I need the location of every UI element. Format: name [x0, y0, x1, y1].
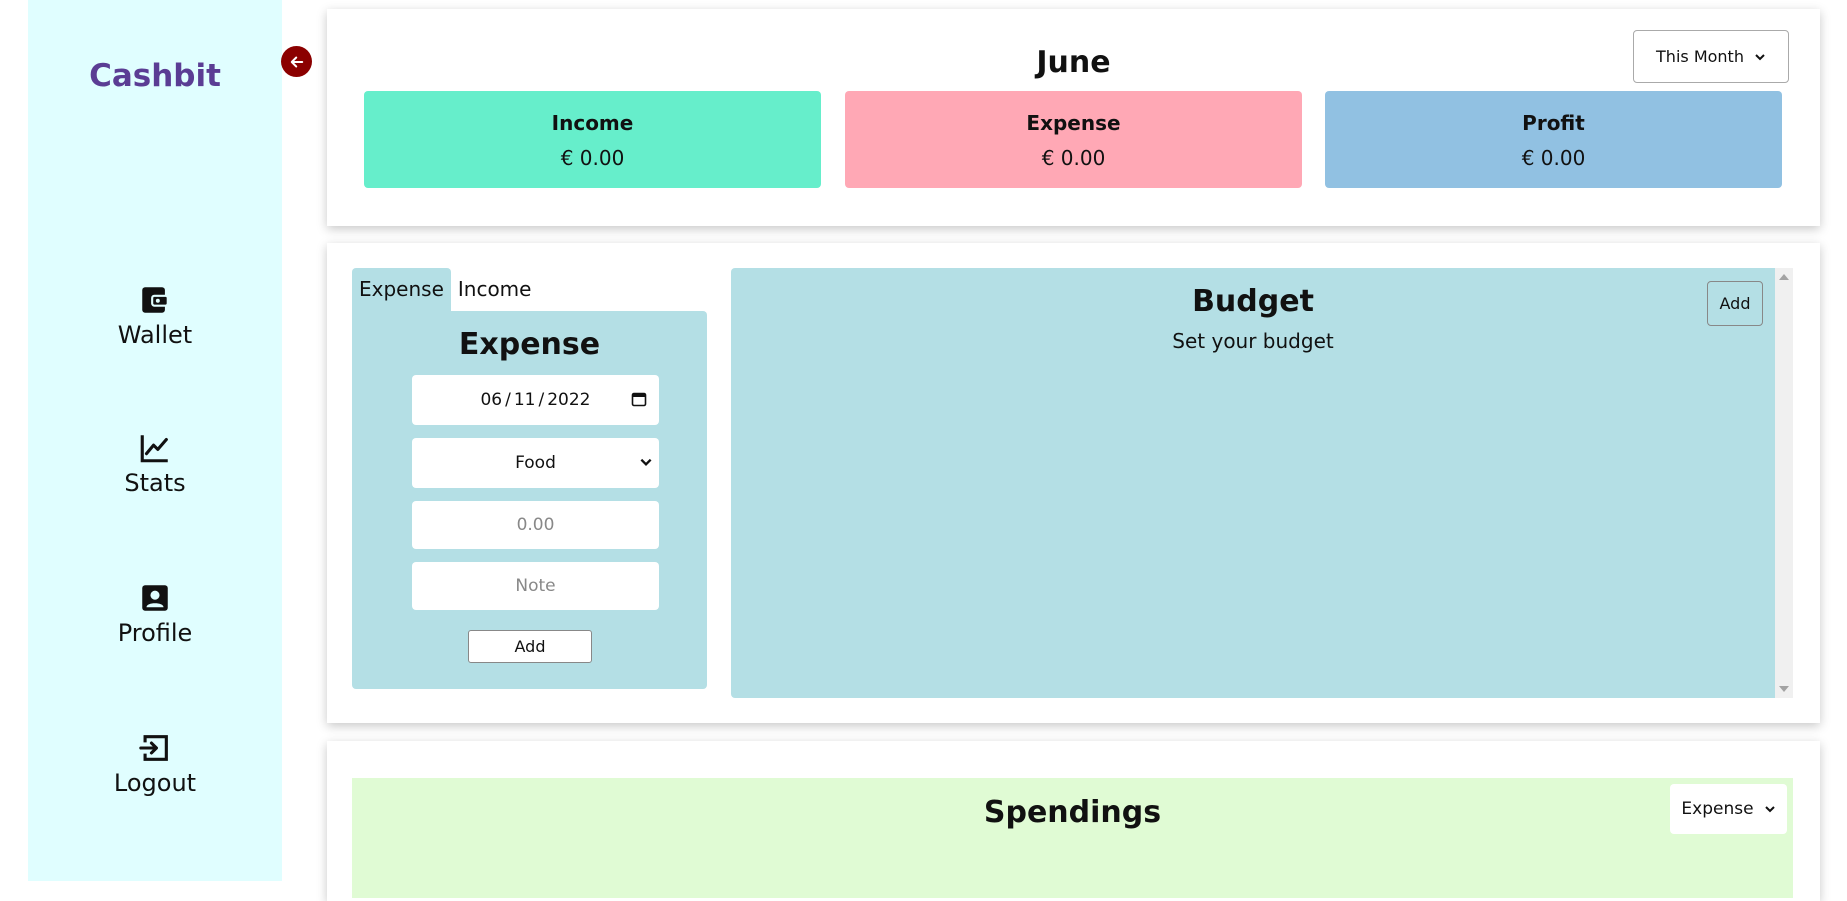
spendings-card: Spendings Expense — [327, 741, 1820, 901]
nav-label-stats: Stats — [124, 469, 186, 497]
period-select[interactable]: This Month — [1633, 30, 1789, 83]
nav-label-profile: Profile — [117, 619, 193, 647]
nav-item-logout[interactable]: Logout — [28, 731, 282, 797]
logout-icon — [139, 735, 168, 761]
category-select[interactable]: Food — [412, 438, 659, 488]
spendings-type-value: Expense — [1681, 799, 1754, 819]
income-value: € 0.00 — [560, 146, 625, 170]
nav-label-wallet: Wallet — [117, 321, 193, 349]
nav-item-stats[interactable]: Stats — [28, 431, 282, 497]
profit-label: Profit — [1522, 111, 1585, 135]
nav-item-profile[interactable]: Profile — [28, 581, 282, 647]
scroll-up-icon[interactable] — [1779, 274, 1789, 280]
amount-input[interactable]: 0.00 — [412, 501, 659, 549]
budget-subtitle: Set your budget — [1172, 329, 1334, 353]
income-card: Income € 0.00 — [364, 91, 821, 188]
entry-card: Expense Income Expense 06 / 11 / 2022 Fo… — [327, 243, 1820, 723]
wallet-icon — [142, 287, 169, 313]
nav-label-logout: Logout — [113, 769, 197, 797]
date-month: 06 — [480, 390, 503, 410]
expense-value: € 0.00 — [1041, 146, 1106, 170]
entry-tabs: Expense Income — [352, 268, 538, 311]
add-budget-button[interactable]: Add — [1707, 281, 1763, 326]
chevron-down-icon — [640, 458, 652, 466]
brand-logo: Cashbit — [89, 58, 221, 94]
expense-card: Expense € 0.00 — [845, 91, 1302, 188]
nav-item-wallet[interactable]: Wallet — [28, 283, 282, 349]
arrow-left-icon — [290, 56, 303, 67]
month-title: June — [1036, 45, 1111, 80]
category-value: Food — [515, 453, 556, 473]
note-input[interactable]: Note — [412, 562, 659, 610]
collapse-sidebar-button[interactable] — [281, 46, 312, 77]
date-field[interactable]: 06 / 11 / 2022 — [412, 375, 659, 425]
profile-icon — [142, 585, 168, 611]
budget-panel: Budget Set your budget Add — [731, 268, 1775, 698]
period-select-value: This Month — [1656, 47, 1744, 66]
form-title: Expense — [458, 327, 601, 362]
profit-value: € 0.00 — [1521, 146, 1586, 170]
budget-title: Budget — [1192, 284, 1314, 319]
tab-expense[interactable]: Expense — [352, 268, 451, 311]
chart-line-icon — [140, 435, 168, 463]
chevron-down-icon — [1764, 806, 1775, 813]
calendar-icon[interactable] — [631, 391, 647, 407]
add-expense-button[interactable]: Add — [468, 630, 592, 663]
date-year: 2022 — [547, 390, 591, 410]
chevron-down-icon — [1755, 53, 1765, 60]
scroll-down-icon[interactable] — [1779, 686, 1789, 692]
expense-form: Expense 06 / 11 / 2022 Food 0.00 Note Ad… — [352, 311, 707, 689]
profit-card: Profit € 0.00 — [1325, 91, 1782, 188]
spendings-title: Spendings — [983, 795, 1162, 830]
budget-scrollbar[interactable] — [1775, 268, 1793, 698]
spendings-type-select[interactable]: Expense — [1670, 784, 1787, 834]
summary-card: June This Month Income € 0.00 Expense € … — [327, 9, 1820, 226]
sidebar: Cashbit Wallet Stats Profile Logout — [28, 0, 282, 881]
tab-income[interactable]: Income — [451, 268, 539, 311]
date-day: 11 — [513, 390, 536, 410]
expense-label: Expense — [1026, 111, 1121, 135]
income-label: Income — [551, 111, 634, 135]
spendings-panel: Spendings Expense — [352, 778, 1793, 898]
